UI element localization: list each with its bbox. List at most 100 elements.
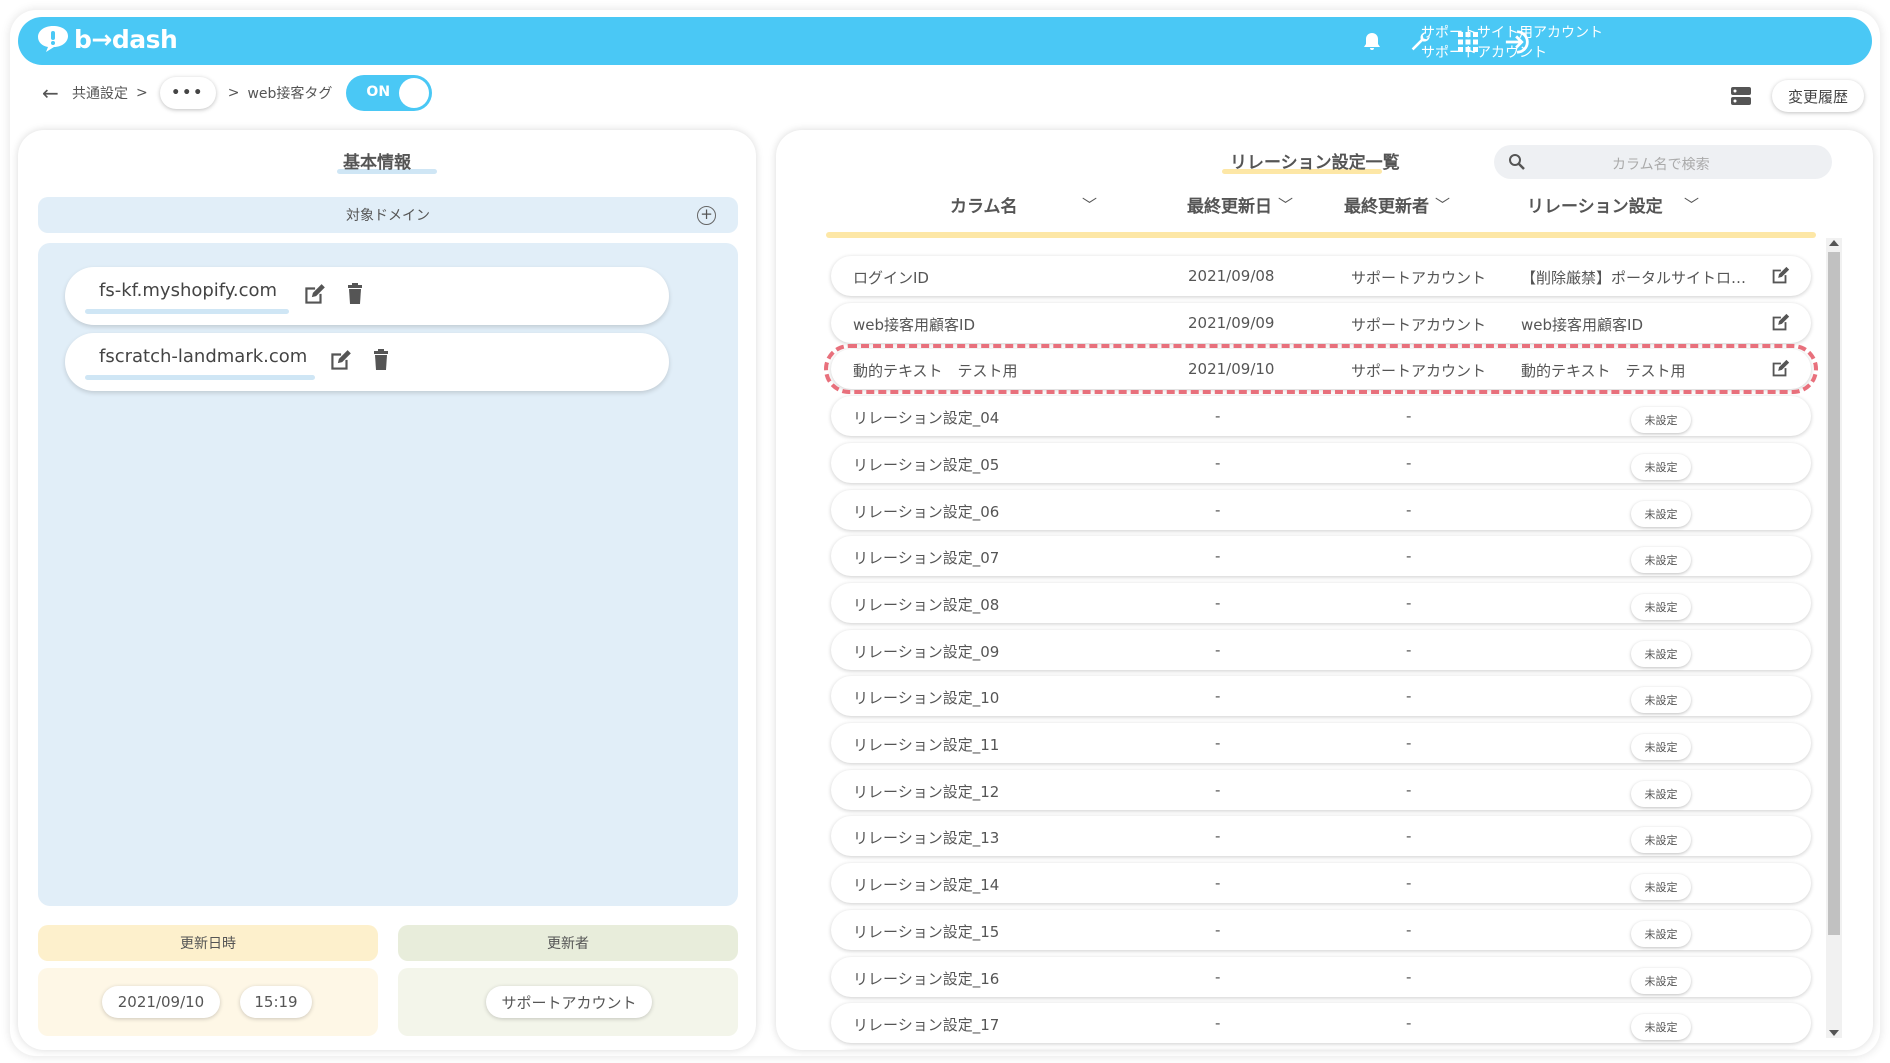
scrollbar-thumb[interactable] — [1828, 252, 1840, 935]
column-header-name[interactable]: カラム名 — [950, 192, 1018, 217]
row-relation: 【削除厳禁】ポータルサイトロ… — [1521, 269, 1747, 287]
unset-badge[interactable]: 未設定 — [1631, 874, 1691, 901]
chevron-down-icon[interactable]: ﹀ — [1684, 194, 1699, 215]
unset-badge[interactable]: 未設定 — [1631, 967, 1691, 994]
breadcrumb-item-common-settings[interactable]: 共通設定 — [72, 83, 128, 103]
target-domain-label: 対象ドメイン — [346, 208, 430, 224]
updater-value: サポートアカウント — [486, 986, 652, 1018]
unset-badge[interactable]: 未設定 — [1631, 1014, 1691, 1041]
column-header-updated-date[interactable]: 最終更新日 — [1187, 192, 1272, 217]
table-row[interactable]: リレーション設定_16 - - 未設定 — [831, 956, 1811, 997]
chevron-down-icon[interactable]: ﹀ — [1435, 194, 1450, 215]
row-updated-date: - — [1215, 453, 1221, 472]
table-row[interactable]: リレーション設定_10 - - 未設定 — [831, 676, 1811, 717]
row-updated-by: - — [1406, 500, 1412, 519]
row-updated-by: - — [1406, 874, 1412, 893]
search-icon — [1509, 154, 1525, 170]
table-row[interactable]: リレーション設定_17 - - 未設定 — [831, 1003, 1811, 1044]
unset-badge[interactable]: 未設定 — [1631, 734, 1691, 760]
row-column-name: リレーション設定_08 — [853, 595, 1000, 614]
table-row[interactable]: リレーション設定_04 - - 未設定 — [831, 396, 1811, 437]
table-row[interactable]: リレーション設定_15 - - 未設定 — [831, 909, 1811, 950]
row-column-name: リレーション設定_10 — [853, 689, 1000, 708]
row-updated-by: - — [1406, 687, 1412, 706]
chevron-down-icon[interactable]: ﹀ — [1082, 194, 1097, 215]
row-updated-date: - — [1215, 827, 1221, 846]
row-updated-date: - — [1215, 967, 1221, 986]
scroll-up-arrow[interactable] — [1829, 240, 1839, 246]
table-row[interactable]: リレーション設定_06 - - 未設定 — [831, 489, 1811, 530]
unset-badge[interactable]: 未設定 — [1631, 407, 1691, 434]
row-updated-by: - — [1406, 1014, 1412, 1033]
table-row[interactable]: リレーション設定_13 - - 未設定 — [831, 816, 1811, 857]
logout-icon[interactable] — [1504, 28, 1532, 56]
row-column-name: リレーション設定_14 — [853, 876, 1000, 895]
table-row[interactable]: リレーション設定_07 - - 未設定 — [831, 536, 1811, 577]
unset-badge[interactable]: 未設定 — [1631, 827, 1691, 854]
edit-icon[interactable] — [1769, 265, 1791, 287]
toggle-knob — [399, 78, 430, 108]
add-domain-icon[interactable]: + — [697, 206, 716, 225]
basic-info-panel: 基本情報 対象ドメイン + fs-kf.myshopify.com fscrat… — [18, 130, 756, 1050]
top-header: b→dash サポートサイト用アカウント サポートアカウント — [18, 17, 1872, 65]
edit-icon[interactable] — [1769, 312, 1791, 334]
unset-badge[interactable]: 未設定 — [1631, 500, 1691, 527]
table-row[interactable]: リレーション設定_12 - - 未設定 — [831, 769, 1811, 810]
unset-badge[interactable]: 未設定 — [1631, 593, 1691, 620]
chevron-down-icon[interactable]: ﹀ — [1278, 194, 1293, 215]
edit-icon[interactable] — [327, 348, 351, 372]
basic-info-title-text: 基本情報 — [343, 153, 411, 173]
row-column-name: リレーション設定_07 — [853, 549, 1000, 568]
row-column-name: web接客用顧客ID — [853, 315, 975, 334]
edit-icon[interactable] — [301, 282, 325, 306]
unset-badge[interactable]: 未設定 — [1631, 453, 1691, 480]
back-arrow-icon[interactable]: ← — [42, 81, 72, 105]
logo[interactable]: b→dash — [36, 24, 178, 54]
enable-toggle[interactable]: ON — [346, 75, 433, 111]
unset-badge[interactable]: 未設定 — [1631, 547, 1691, 574]
scrollbar[interactable] — [1826, 238, 1842, 1038]
column-header-relation[interactable]: リレーション設定 — [1527, 192, 1663, 217]
change-history-button[interactable]: 変更履歴 — [1772, 80, 1864, 112]
trash-icon[interactable] — [371, 349, 395, 373]
logo-text: b→dash — [74, 24, 178, 54]
table-row[interactable]: リレーション設定_08 - - 未設定 — [831, 582, 1811, 623]
updated-at-body: 2021/09/10 15:19 — [38, 968, 378, 1036]
table-row[interactable]: リレーション設定_09 - - 未設定 — [831, 629, 1811, 670]
domain-item: fs-kf.myshopify.com — [65, 267, 669, 325]
row-updated-by: - — [1406, 780, 1412, 799]
row-updated-date: - — [1215, 593, 1221, 612]
table-row[interactable]: ログインID 2021/09/08 サポートアカウント 【削除厳禁】ポータルサイトロ… — [831, 256, 1811, 296]
domain-text: fs-kf.myshopify.com — [99, 280, 278, 301]
row-relation: web接客用顧客ID — [1521, 315, 1643, 334]
row-column-name: ログインID — [853, 269, 929, 287]
bell-icon[interactable] — [1358, 28, 1386, 56]
unset-badge[interactable]: 未設定 — [1631, 780, 1691, 807]
row-updated-date: - — [1215, 780, 1221, 799]
domain-underline — [85, 375, 315, 380]
breadcrumb-more-button[interactable]: ••• — [160, 77, 216, 109]
unset-badge[interactable]: 未設定 — [1631, 640, 1691, 667]
table-row[interactable]: web接客用顧客ID 2021/09/09 サポートアカウント web接客用顧客ID — [831, 302, 1811, 343]
row-updated-date: 2021/09/08 — [1188, 267, 1275, 285]
scroll-down-arrow[interactable] — [1829, 1030, 1839, 1036]
column-header-updated-by[interactable]: 最終更新者 — [1344, 192, 1429, 217]
unset-badge[interactable]: 未設定 — [1631, 687, 1691, 714]
row-column-name: リレーション設定_12 — [853, 782, 1000, 801]
updater-header: 更新者 — [398, 925, 738, 961]
table-row[interactable]: リレーション設定_05 - - 未設定 — [831, 442, 1811, 483]
unset-badge[interactable]: 未設定 — [1631, 920, 1691, 947]
row-updated-by: サポートアカウント — [1351, 269, 1487, 287]
column-search-input[interactable]: カラム名で検索 — [1494, 145, 1832, 179]
apps-grid-icon[interactable] — [1454, 28, 1482, 56]
domain-underline — [85, 309, 289, 314]
table-row[interactable]: リレーション設定_14 - - 未設定 — [831, 863, 1811, 904]
layout-switch-icon[interactable] — [1730, 86, 1752, 106]
row-updated-by: - — [1406, 593, 1412, 612]
row-updated-date: - — [1215, 920, 1221, 939]
row-column-name: リレーション設定_16 — [853, 969, 1000, 988]
trash-icon[interactable] — [345, 283, 369, 307]
wrench-icon[interactable] — [1406, 28, 1434, 56]
table-row[interactable]: リレーション設定_11 - - 未設定 — [831, 723, 1811, 763]
row-updated-date: - — [1215, 407, 1221, 426]
